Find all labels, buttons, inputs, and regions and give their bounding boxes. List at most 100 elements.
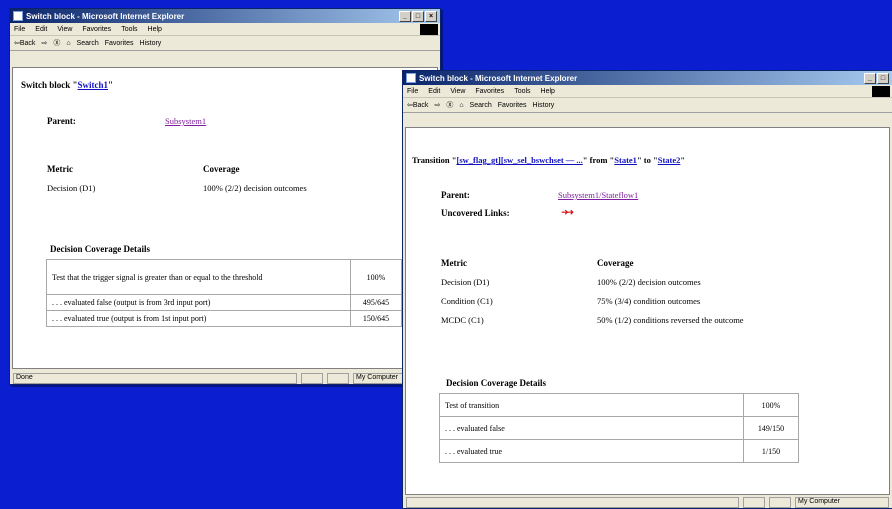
menu-file[interactable]: File [407, 88, 418, 95]
title-bar[interactable]: Switch block - Microsoft Internet Explor… [10, 9, 440, 23]
window-title: Switch block - Microsoft Internet Explor… [419, 73, 578, 83]
forward-button[interactable]: ⇨ [434, 101, 440, 109]
menu-help[interactable]: Help [148, 26, 162, 33]
metric-cell: MCDC (C1) [441, 315, 484, 325]
toolbar: ⇦Back ⇨ Ⓧ ⌂ Search Favorites History [403, 98, 892, 113]
page-content: Transition "[sw_flag_gt][sw_sel_bswchset… [405, 127, 890, 495]
window-title: Switch block - Microsoft Internet Explor… [26, 11, 185, 21]
metric-header: Metric [441, 258, 467, 268]
minimize-button[interactable]: _ [864, 72, 876, 84]
detail-text: Test of transition [439, 393, 744, 417]
detail-text: . . . evaluated false (output is from 3r… [46, 294, 351, 311]
page-title: Transition "[sw_flag_gt][sw_sel_bswchset… [412, 155, 686, 165]
transition-link[interactable]: [sw_flag_gt][sw_sel_bswchset — ... [456, 155, 582, 165]
coverage-cell: 100% (2/2) decision outcomes [597, 277, 701, 287]
table-row: Test of transition 100% [439, 393, 799, 417]
parent-label: Parent: [47, 116, 76, 126]
browser-window-switch: Switch block - Microsoft Internet Explor… [9, 8, 441, 385]
page-content: Switch block "Switch1" Parent: Subsystem… [12, 67, 438, 369]
home-button[interactable]: ⌂ [66, 40, 70, 47]
detail-value: 100% [350, 259, 402, 295]
menu-tools[interactable]: Tools [121, 26, 137, 33]
menu-help[interactable]: Help [541, 88, 555, 95]
block-link[interactable]: Switch1 [78, 80, 109, 90]
history-button[interactable]: History [533, 102, 555, 109]
minimize-button[interactable]: _ [399, 10, 411, 22]
parent-link[interactable]: Subsystem1/Stateflow1 [558, 190, 638, 200]
metric-cell: Decision (D1) [441, 277, 490, 287]
menu-favorites[interactable]: Favorites [475, 88, 504, 95]
metric-header: Metric [47, 164, 73, 174]
detail-text: Test that the trigger signal is greater … [46, 259, 351, 295]
title-bar[interactable]: Switch block - Microsoft Internet Explor… [403, 71, 892, 85]
coverage-cell: 50% (1/2) conditions reversed the outcom… [597, 315, 744, 325]
menu-edit[interactable]: Edit [428, 88, 440, 95]
coverage-cell: 100% (2/2) decision outcomes [203, 183, 307, 193]
stop-button[interactable]: Ⓧ [446, 100, 453, 110]
details-table: Test that the trigger signal is greater … [46, 259, 402, 327]
status-segment [743, 496, 765, 508]
detail-value: 100% [743, 393, 799, 417]
menu-view[interactable]: View [57, 26, 72, 33]
detail-text: . . . evaluated true (output is from 1st… [46, 310, 351, 327]
coverage-cell: 75% (3/4) condition outcomes [597, 296, 701, 306]
status-bar: Done My Computer [10, 372, 440, 384]
table-row: . . . evaluated false 149/150 [439, 416, 799, 440]
parent-label: Parent: [441, 190, 470, 200]
coverage-header: Coverage [203, 164, 240, 174]
favorites-button[interactable]: Favorites [105, 40, 134, 47]
from-state-link[interactable]: State1 [614, 155, 637, 165]
menu-bar: File Edit View Favorites Tools Help [10, 23, 440, 36]
status-segment [327, 372, 349, 384]
home-button[interactable]: ⌂ [459, 102, 463, 109]
favorites-button[interactable]: Favorites [498, 102, 527, 109]
detail-text: . . . evaluated false [439, 416, 744, 440]
detail-value: 495/645 [350, 294, 402, 311]
table-row: Test that the trigger signal is greater … [46, 259, 402, 295]
detail-value: 149/150 [743, 416, 799, 440]
parent-link[interactable]: Subsystem1 [165, 116, 206, 126]
toolbar: ⇦Back ⇨ Ⓧ ⌂ Search Favorites History [10, 36, 440, 51]
back-button[interactable]: ⇦Back [407, 101, 428, 109]
uncovered-links-arrow-icon[interactable]: ➜➜ [561, 207, 574, 218]
detail-text: . . . evaluated true [439, 439, 744, 463]
zone-text: My Computer [795, 496, 889, 508]
status-text: Done [13, 372, 297, 384]
maximize-button[interactable]: □ [877, 72, 889, 84]
table-row: . . . evaluated false (output is from 3r… [46, 294, 402, 311]
maximize-button[interactable]: □ [412, 10, 424, 22]
status-text [406, 496, 739, 508]
status-segment [769, 496, 791, 508]
metric-cell: Condition (C1) [441, 296, 493, 306]
history-button[interactable]: History [140, 40, 162, 47]
detail-value: 1/150 [743, 439, 799, 463]
menu-file[interactable]: File [14, 26, 25, 33]
browser-window-transition: Switch block - Microsoft Internet Explor… [402, 70, 892, 509]
menu-view[interactable]: View [450, 88, 465, 95]
table-row: . . . evaluated true 1/150 [439, 439, 799, 463]
menu-favorites[interactable]: Favorites [82, 26, 111, 33]
menu-bar: File Edit View Favorites Tools Help [403, 85, 892, 98]
details-title: Decision Coverage Details [446, 378, 546, 388]
uncovered-links-label: Uncovered Links: [441, 208, 510, 218]
metric-cell: Decision (D1) [47, 183, 96, 193]
ie-icon [406, 73, 416, 83]
to-state-link[interactable]: State2 [658, 155, 681, 165]
back-button[interactable]: ⇦Back [14, 39, 35, 47]
stop-button[interactable]: Ⓧ [53, 38, 60, 48]
status-bar: My Computer [403, 496, 892, 508]
status-segment [301, 372, 323, 384]
close-button[interactable]: × [425, 10, 437, 22]
details-table: Test of transition 100% . . . evaluated … [439, 393, 799, 463]
search-button[interactable]: Search [77, 40, 99, 47]
details-title: Decision Coverage Details [50, 244, 150, 254]
search-button[interactable]: Search [470, 102, 492, 109]
coverage-header: Coverage [597, 258, 634, 268]
ie-icon [13, 11, 23, 21]
table-row: . . . evaluated true (output is from 1st… [46, 310, 402, 327]
windows-logo-icon [420, 24, 438, 35]
menu-edit[interactable]: Edit [35, 26, 47, 33]
forward-button[interactable]: ⇨ [41, 39, 47, 47]
menu-tools[interactable]: Tools [514, 88, 530, 95]
page-title: Switch block "Switch1" [21, 80, 114, 90]
